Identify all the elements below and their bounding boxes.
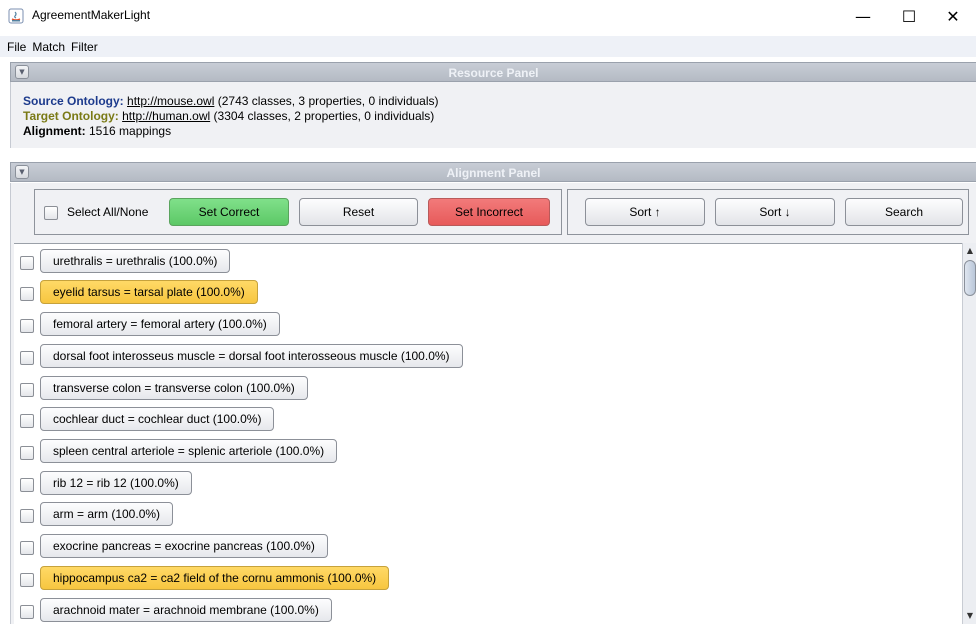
set-incorrect-button[interactable]: Set Incorrect [428, 198, 550, 226]
minimize-button[interactable]: — [840, 0, 886, 32]
mapping-button[interactable]: transverse colon = transverse colon (100… [40, 376, 308, 400]
mapping-checkbox[interactable] [20, 605, 34, 619]
mapping-button[interactable]: urethralis = urethralis (100.0%) [40, 249, 231, 273]
alignment-label: Alignment: [23, 124, 86, 138]
mapping-checkbox[interactable] [20, 541, 34, 555]
resource-panel-title: Resource Panel [448, 66, 539, 80]
title-bar: AgreementMakerLight — ☐ ✕ [0, 0, 976, 32]
mapping-button[interactable]: arm = arm (100.0%) [40, 502, 174, 526]
mapping-checkbox[interactable] [20, 446, 34, 460]
menu-filter[interactable]: Filter [68, 40, 101, 54]
mapping-checkbox[interactable] [20, 351, 34, 365]
mapping-button[interactable]: arachnoid mater = arachnoid membrane (10… [40, 598, 332, 622]
mapping-checkbox[interactable] [20, 383, 34, 397]
maximize-icon: ☐ [901, 6, 917, 26]
search-button[interactable]: Search [845, 198, 963, 226]
java-app-icon [8, 8, 24, 24]
mapping-button[interactable]: cochlear duct = cochlear duct (100.0%) [40, 407, 275, 431]
set-correct-button[interactable]: Set Correct [169, 198, 289, 226]
mapping-button[interactable]: eyelid tarsus = tarsal plate (100.0%) [40, 280, 258, 304]
mapping-checkbox[interactable] [20, 414, 34, 428]
mapping-checkbox[interactable] [20, 478, 34, 492]
alignment-value: 1516 mappings [85, 124, 172, 138]
target-ontology-label: Target Ontology: [23, 109, 119, 123]
scroll-down-icon[interactable]: ▼ [964, 610, 976, 622]
sort-search-toolbar: Sort ↑ Sort ↓ Search [567, 189, 969, 235]
selection-toolbar: Select All/None Set Correct Reset Set In… [34, 189, 562, 235]
menu-match[interactable]: Match [29, 40, 68, 54]
mapping-checkbox[interactable] [20, 256, 34, 270]
mapping-button[interactable]: exocrine pancreas = exocrine pancreas (1… [40, 534, 328, 558]
sort-ascending-button[interactable]: Sort ↑ [585, 198, 705, 226]
mapping-button[interactable]: rib 12 = rib 12 (100.0%) [40, 471, 192, 495]
resource-panel-header: ▼ Resource Panel [10, 62, 976, 82]
minimize-icon: — [855, 6, 871, 26]
mapping-checkbox[interactable] [20, 509, 34, 523]
mapping-button[interactable]: hippocampus ca2 = ca2 field of the cornu… [40, 566, 390, 590]
mapping-button[interactable]: femoral artery = femoral artery (100.0%) [40, 312, 280, 336]
alignment-panel-title: Alignment Panel [446, 166, 541, 180]
close-button[interactable]: ✕ [930, 0, 976, 32]
mapping-checkbox[interactable] [20, 573, 34, 587]
menu-bar: File Match Filter [0, 36, 976, 57]
source-ontology-link[interactable]: http://mouse.owl [127, 94, 214, 108]
alignment-line: Alignment: 1516 mappings [23, 124, 976, 139]
mapping-checkbox[interactable] [20, 319, 34, 333]
sort-descending-button[interactable]: Sort ↓ [715, 198, 835, 226]
close-icon: ✕ [946, 6, 960, 26]
target-ontology-line: Target Ontology: http://human.owl (3304 … [23, 109, 976, 124]
source-ontology-line: Source Ontology: http://mouse.owl (2743 … [23, 94, 976, 109]
mapping-checkbox[interactable] [20, 287, 34, 301]
scroll-up-icon[interactable]: ▲ [964, 245, 976, 257]
mapping-button[interactable]: spleen central arteriole = splenic arter… [40, 439, 338, 463]
source-ontology-info: (2743 classes, 3 properties, 0 individua… [214, 94, 439, 108]
mapping-button[interactable]: dorsal foot interosseus muscle = dorsal … [40, 344, 463, 368]
source-ontology-label: Source Ontology: [23, 94, 124, 108]
resource-panel: Source Ontology: http://mouse.owl (2743 … [10, 82, 976, 148]
target-ontology-link[interactable]: http://human.owl [122, 109, 210, 123]
reset-button[interactable]: Reset [299, 198, 418, 226]
menu-file[interactable]: File [4, 40, 29, 54]
select-all-label: Select All/None [67, 205, 149, 219]
maximize-button[interactable]: ☐ [886, 0, 932, 32]
target-ontology-info: (3304 classes, 2 properties, 0 individua… [210, 109, 435, 123]
vertical-scrollbar[interactable]: ▲ ▼ [962, 243, 976, 624]
scrollbar-thumb[interactable] [964, 260, 976, 296]
mapping-list[interactable]: urethralis = urethralis (100.0%) eyelid … [14, 243, 962, 624]
alignment-panel-header: ▼ Alignment Panel [10, 162, 976, 182]
select-all-checkbox[interactable] [44, 206, 58, 220]
window-title: AgreementMakerLight [32, 8, 151, 22]
